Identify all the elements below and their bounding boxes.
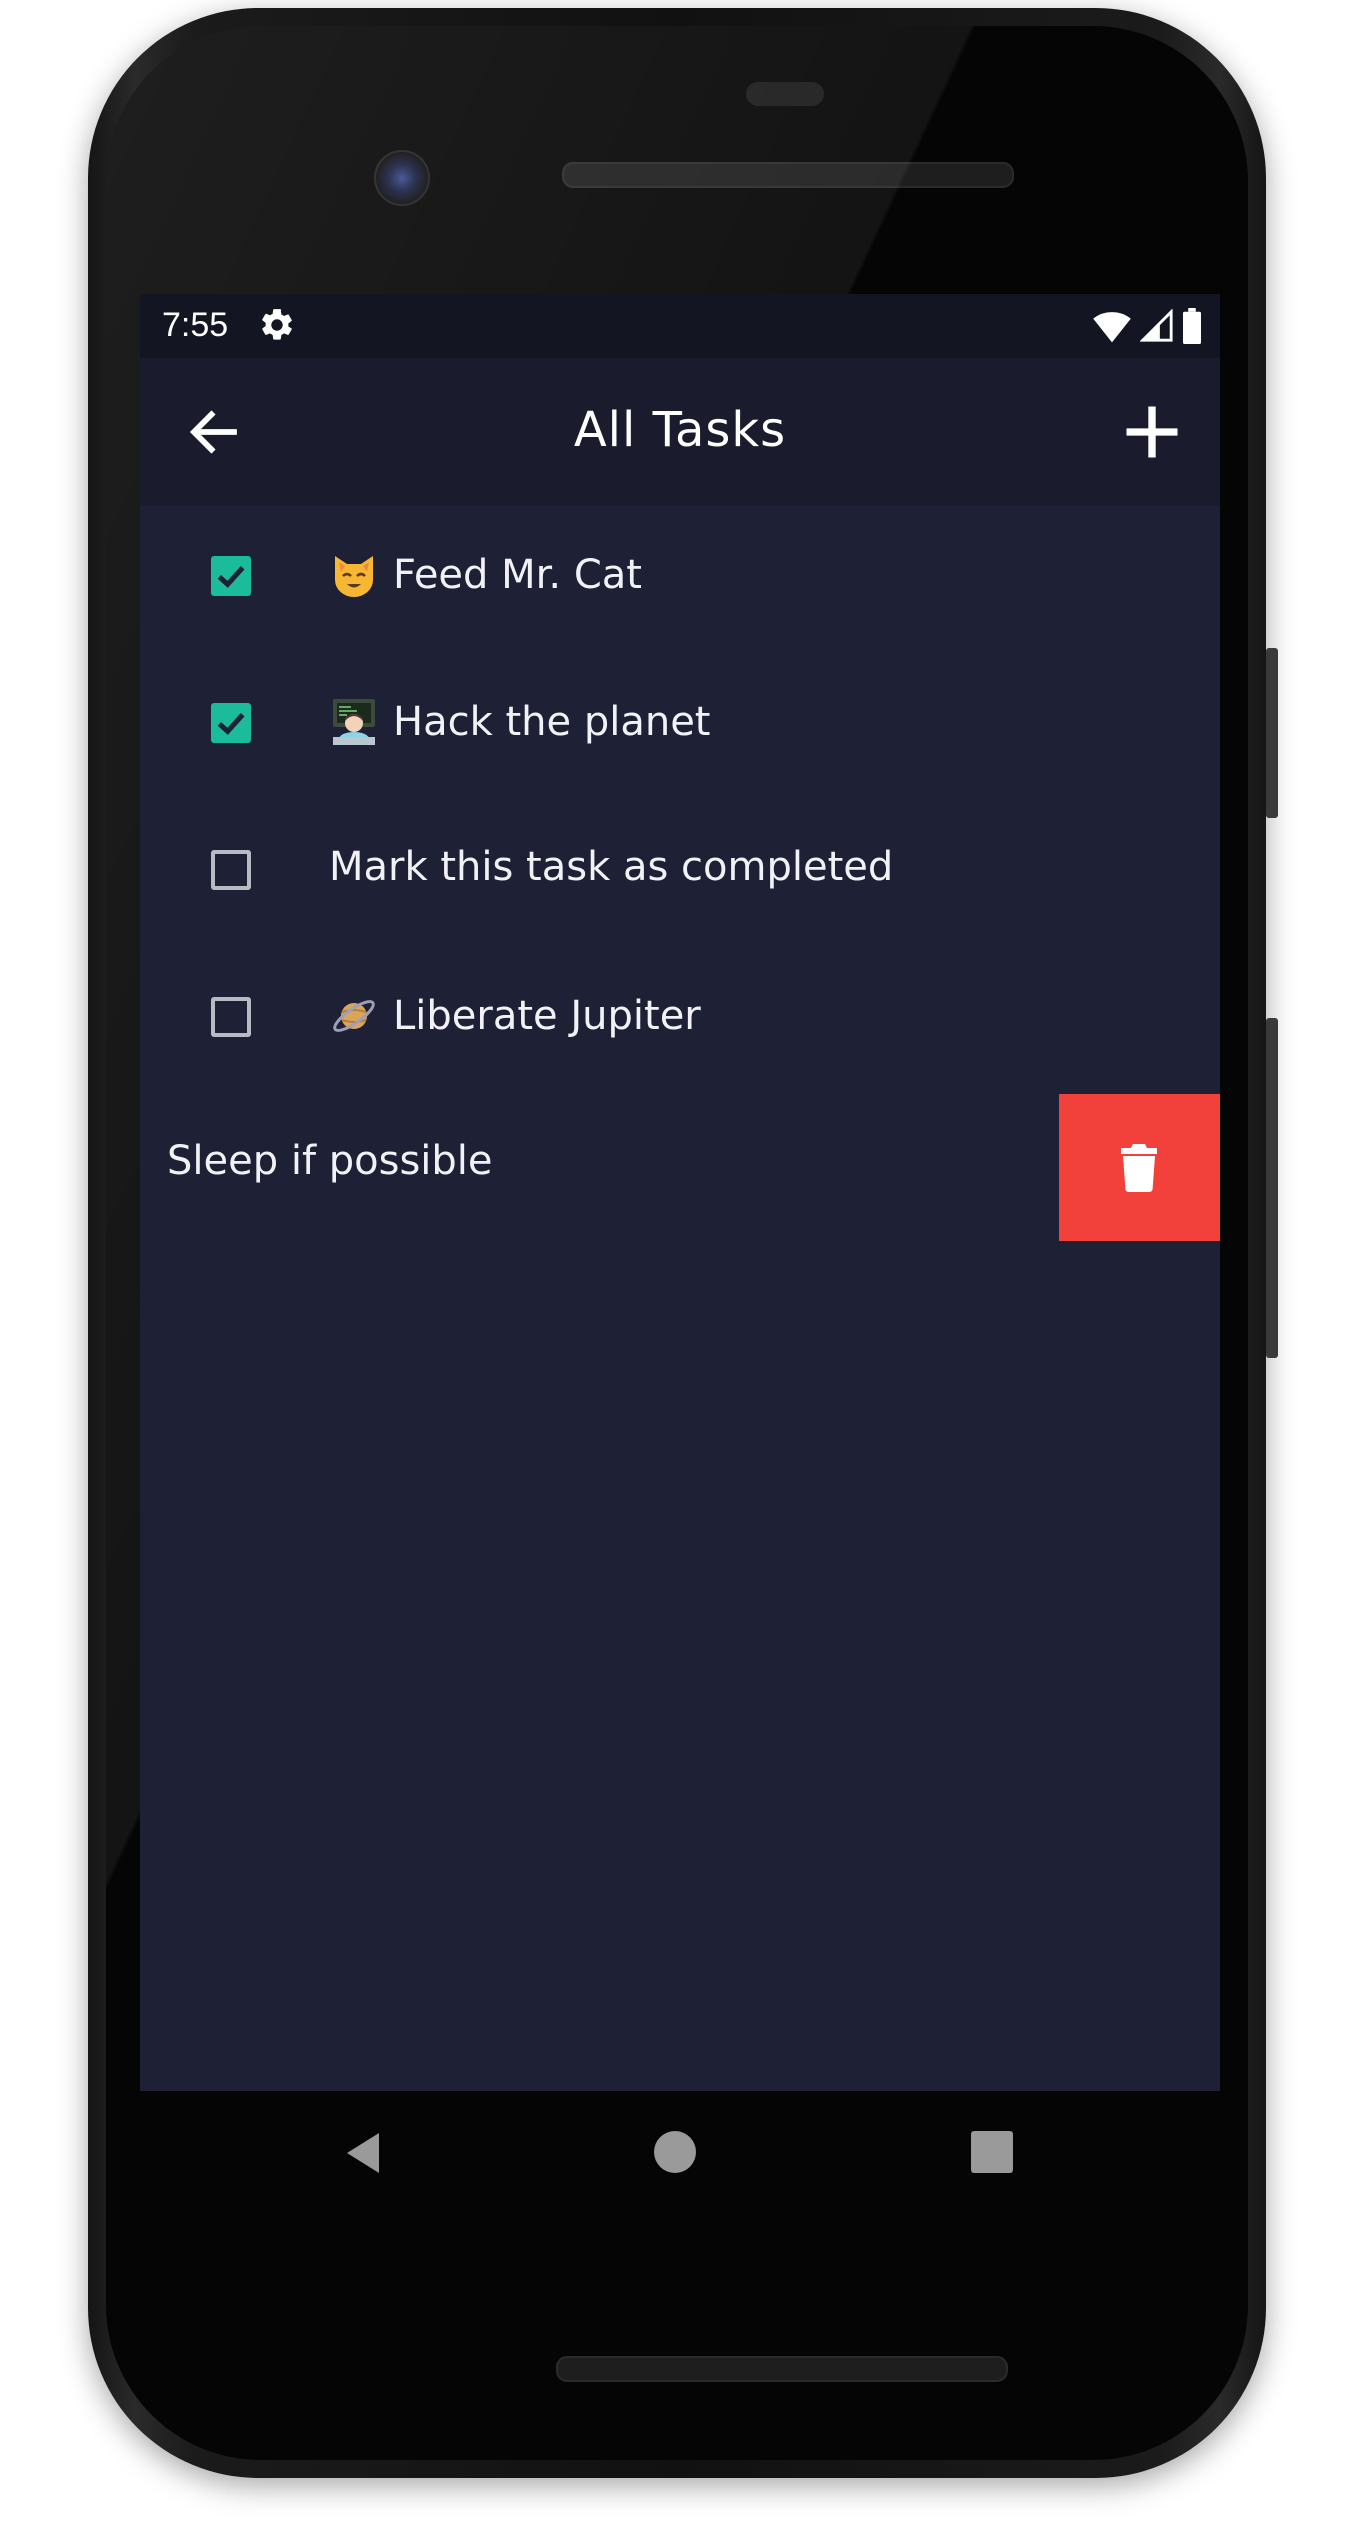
top-speaker — [562, 162, 1014, 188]
wifi-icon — [1093, 312, 1131, 343]
cat-face-emoji — [335, 556, 373, 597]
battery-icon — [1183, 308, 1201, 344]
task-label-text: Liberate Jupiter — [393, 993, 701, 1039]
list-item[interactable]: Mark this task as completed — [140, 800, 1220, 947]
gear-icon — [262, 309, 292, 340]
ringed-planet-emoji — [333, 1000, 375, 1032]
front-camera — [374, 150, 430, 206]
task-label: Hack the planet — [329, 697, 710, 747]
home-circle-icon[interactable] — [654, 2131, 696, 2173]
app-bar: All Tasks — [140, 358, 1220, 506]
delete-button[interactable] — [1059, 1094, 1220, 1241]
task-label-text: Sleep if possible — [167, 1138, 493, 1184]
task-checkbox-checked[interactable] — [211, 556, 251, 596]
bottom-speaker — [556, 2356, 1008, 2382]
status-time: 7:55 — [162, 306, 229, 344]
status-icons — [1092, 308, 1202, 344]
list-item-swiped[interactable]: Sleep if possible — [140, 1094, 1220, 1241]
task-label: Mark this task as completed — [329, 844, 893, 890]
list-item[interactable]: Liberate Jupiter — [140, 947, 1220, 1094]
back-triangle-icon[interactable] — [342, 2129, 384, 2177]
trash-icon — [1121, 1144, 1157, 1192]
list-item[interactable]: Hack the planet — [140, 653, 1220, 800]
task-checkbox-unchecked[interactable] — [211, 850, 251, 890]
task-label-text: Mark this task as completed — [329, 844, 894, 890]
page-title: All Tasks — [573, 402, 787, 458]
proximity-sensor — [746, 82, 824, 106]
check-icon — [217, 712, 245, 735]
task-checkbox-unchecked[interactable] — [211, 997, 251, 1037]
task-label: Liberate Jupiter — [329, 991, 701, 1041]
list-item[interactable]: Feed Mr. Cat — [140, 506, 1220, 653]
check-icon — [217, 565, 245, 588]
recents-square-icon[interactable] — [971, 2131, 1013, 2173]
task-list: Feed Mr. Cat Hack the planet Mark this t… — [140, 506, 1220, 1241]
navigation-bar — [140, 2091, 1220, 2211]
volume-button — [1266, 1018, 1278, 1358]
technologist-emoji — [333, 699, 375, 745]
task-label: Feed Mr. Cat — [329, 550, 642, 600]
power-button — [1266, 648, 1278, 818]
app-screen: 7:55 All Tasks Feed Mr. Cat Hack the pla… — [140, 294, 1220, 2091]
plus-icon[interactable] — [1118, 398, 1186, 466]
task-label-text: Feed Mr. Cat — [393, 552, 642, 598]
signal-icon — [1140, 309, 1173, 342]
task-checkbox-checked[interactable] — [211, 703, 251, 743]
status-bar: 7:55 — [140, 294, 1220, 358]
task-label-text: Hack the planet — [393, 699, 711, 745]
